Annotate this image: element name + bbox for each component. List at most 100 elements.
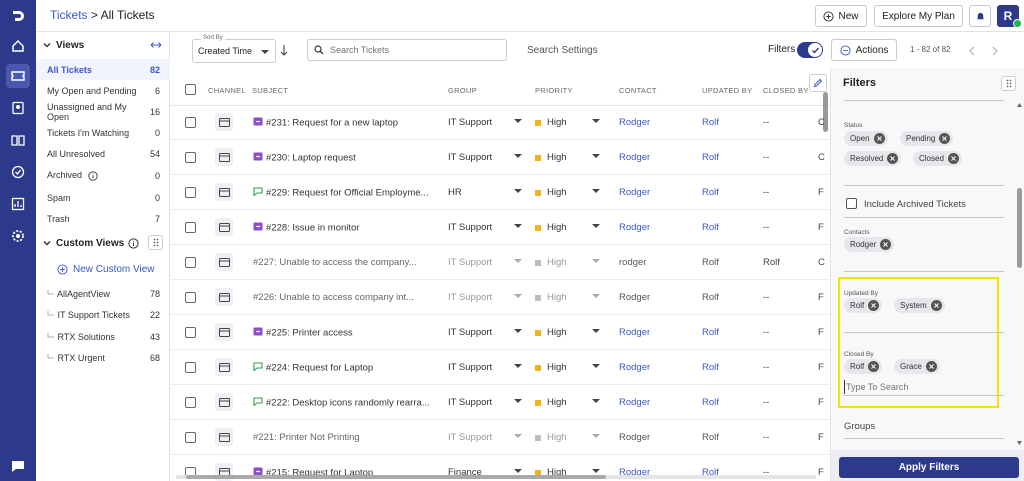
notifications-button[interactable] [969,5,991,27]
drag-handle-icon[interactable] [1001,76,1016,91]
view-item-trash[interactable]: Trash 7 [36,208,170,229]
priority-dropdown-caret-icon[interactable] [592,399,600,403]
contact-link[interactable]: Rodger [619,152,689,163]
group-dropdown-caret-icon[interactable] [514,189,522,193]
actions-button[interactable]: Actions [831,39,897,61]
column-header-channel[interactable]: CHANNEL [208,86,246,95]
view-item-my-open-pending[interactable]: My Open and Pending 6 [36,80,170,101]
row-checkbox[interactable] [185,257,196,268]
contacts-icon[interactable] [6,96,30,120]
close-icon[interactable] [947,153,959,164]
filters-toggle[interactable] [797,42,823,58]
search-box[interactable] [307,39,507,61]
new-button[interactable]: New [815,5,867,27]
contact-link[interactable]: Rodger [619,117,689,128]
ticket-subject-link[interactable]: #231: Request for a new laptop [253,117,438,129]
close-icon[interactable] [873,133,885,144]
group-dropdown-caret-icon[interactable] [514,469,522,473]
close-icon[interactable] [939,133,951,144]
updated-by-value[interactable]: Rolf [702,327,752,338]
close-icon[interactable] [887,153,899,164]
contact-link[interactable]: Rodger [619,327,689,338]
priority-dropdown-caret-icon[interactable] [592,224,600,228]
table-row[interactable]: #221: Printer Not Printing IT Support High… [170,420,830,455]
row-checkbox[interactable] [185,152,196,163]
include-archived-checkbox[interactable] [846,198,857,209]
table-row[interactable]: #227: Unable to access the company... IT … [170,245,830,280]
new-custom-view-link[interactable]: New Custom View [57,264,155,275]
chevron-right-icon[interactable] [991,46,999,56]
view-item-all-unresolved[interactable]: All Unresolved 54 [36,143,170,164]
table-row[interactable]: #226: Unable to access company int... IT … [170,280,830,315]
table-row[interactable]: #229: Request for Official Employme... HR… [170,175,830,210]
updated-by-value[interactable]: Rolf [702,117,752,128]
priority-dropdown-caret-icon[interactable] [592,154,600,158]
row-checkbox[interactable] [185,117,196,128]
ticket-subject-link[interactable]: #226: Unable to access company int... [253,292,438,303]
tickets-icon[interactable] [6,64,30,88]
expand-arrows-icon[interactable] [150,40,162,50]
sort-by-select[interactable]: Sort By Created Time [192,35,276,63]
contact-link[interactable]: Rodger [619,432,689,443]
contact-link[interactable]: rodger [619,257,689,268]
tasks-icon[interactable] [6,160,30,184]
custom-views-section-header[interactable]: Custom Views [36,231,170,255]
ticket-subject-link[interactable]: #221: Printer Not Printing [253,432,438,443]
table-row[interactable]: #230: Laptop request IT Support High Rodger… [170,140,830,175]
table-row[interactable]: #225: Printer access IT Support High Rodger… [170,315,830,350]
column-header-subject[interactable]: SUBJECT [252,86,288,95]
table-row[interactable]: #228: Issue in monitor IT Support High Rodg… [170,210,830,245]
info-icon[interactable] [128,237,139,249]
group-dropdown-caret-icon[interactable] [514,224,522,228]
group-dropdown-caret-icon[interactable] [514,294,522,298]
breadcrumb-tickets-link[interactable]: Tickets [50,8,88,22]
chat-icon[interactable] [6,454,30,478]
updated-by-value[interactable]: Rolf [702,222,752,233]
column-header-updated-by[interactable]: UPDATED BY [702,86,752,95]
row-checkbox[interactable] [185,187,196,198]
drag-handle-icon[interactable] [148,235,163,250]
table-row[interactable]: #231: Request for a new laptop IT Support… [170,105,830,140]
priority-dropdown-caret-icon[interactable] [592,469,600,473]
column-header-contact[interactable]: CONTACT [619,86,657,95]
search-input[interactable] [330,45,500,55]
table-row[interactable]: #222: Desktop icons randomly rearra... IT… [170,385,830,420]
custom-view-item[interactable]: RTX Urgent 68 [36,347,170,368]
ticket-subject-link[interactable]: #230: Laptop request [253,152,438,164]
group-dropdown-caret-icon[interactable] [514,329,522,333]
contact-link[interactable]: Rodger [619,292,689,303]
reports-icon[interactable] [6,192,30,216]
updated-by-value[interactable]: Rolf [702,152,752,163]
priority-dropdown-caret-icon[interactable] [592,259,600,263]
priority-dropdown-caret-icon[interactable] [592,294,600,298]
view-item-watching[interactable]: Tickets I'm Watching 0 [36,122,170,143]
priority-dropdown-caret-icon[interactable] [592,189,600,193]
groups-label[interactable]: Groups [844,421,875,432]
custom-view-item[interactable]: AllAgentView 78 [36,283,170,304]
row-checkbox[interactable] [185,292,196,303]
priority-dropdown-caret-icon[interactable] [592,434,600,438]
view-item-all-tickets[interactable]: All Tickets 82 [36,59,170,80]
contact-link[interactable]: Rodger [619,222,689,233]
row-checkbox[interactable] [185,397,196,408]
view-item-spam[interactable]: Spam 0 [36,187,170,208]
scroll-down-icon[interactable] [1016,440,1023,446]
view-item-archived[interactable]: Archived 0 [36,165,170,186]
custom-view-item[interactable]: IT Support Tickets 22 [36,304,170,325]
priority-dropdown-caret-icon[interactable] [592,364,600,368]
ticket-subject-link[interactable]: #224: Request for Laptop [253,362,438,374]
contact-link[interactable]: Rodger [619,362,689,373]
sort-direction-icon[interactable] [279,44,289,56]
group-dropdown-caret-icon[interactable] [514,434,522,438]
chevron-left-icon[interactable] [968,46,976,56]
view-item-unassigned-my-open[interactable]: Unassigned and My Open 16 [36,101,170,122]
priority-dropdown-caret-icon[interactable] [592,119,600,123]
row-checkbox[interactable] [185,327,196,338]
knowledge-base-icon[interactable] [6,128,30,152]
updated-by-value[interactable]: Rolf [702,362,752,373]
apply-filters-button[interactable]: Apply Filters [839,457,1019,478]
column-header-closed-by[interactable]: CLOSED BY [763,86,809,95]
row-checkbox[interactable] [185,362,196,373]
edit-columns-button[interactable] [809,74,827,92]
scroll-up-icon[interactable] [1016,102,1023,108]
